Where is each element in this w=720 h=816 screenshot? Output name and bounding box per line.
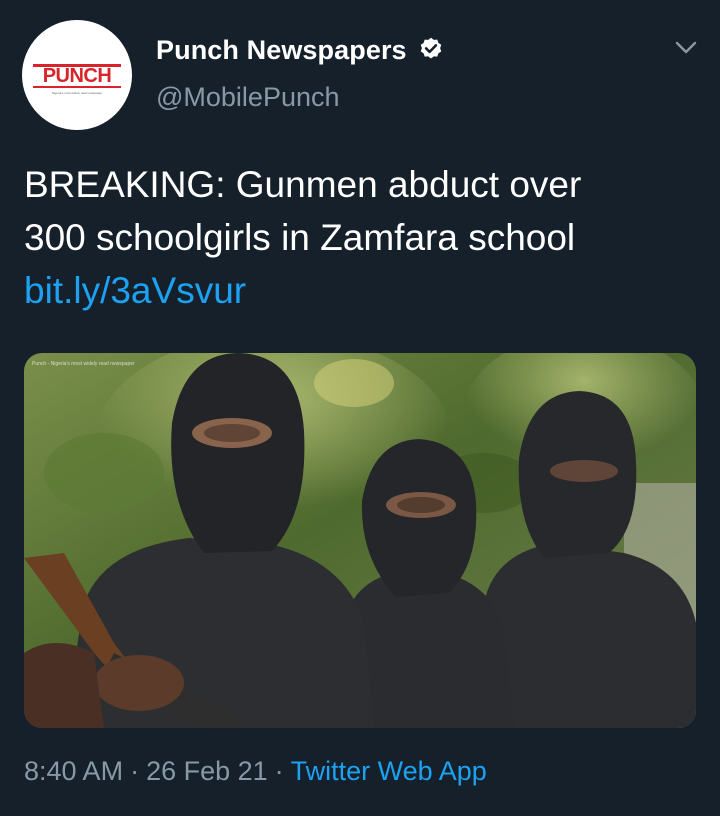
verified-badge-icon — [420, 37, 441, 59]
tweet-date[interactable]: 26 Feb 21 — [146, 756, 268, 786]
tweet-text: BREAKING: Gunmen abduct over 300 schoolg… — [24, 158, 704, 317]
meta-separator: · — [274, 756, 284, 786]
tweet-text-line: BREAKING: Gunmen abduct over — [24, 164, 582, 205]
chevron-down-icon — [675, 41, 697, 54]
tweet-text-line: 300 schoolgirls in Zamfara school — [24, 217, 576, 258]
tweet-menu-button[interactable] — [670, 32, 702, 64]
tweet-author: Punch Newspapers @MobilePunch — [156, 30, 445, 113]
punch-logo-text: PUNCH — [43, 65, 112, 87]
avatar[interactable]: PUNCH Nigeria's most widely read newspap… — [22, 20, 132, 130]
handle[interactable]: @MobilePunch — [156, 82, 445, 113]
punch-logo: PUNCH Nigeria's most widely read newspap… — [33, 64, 121, 95]
tweet-meta: 8:40 AM · 26 Feb 21 · Twitter Web App — [24, 756, 487, 787]
tweet-media-image[interactable]: Punch - Nigeria's most widely read newsp… — [24, 353, 696, 728]
tweet-link[interactable]: bit.ly/3aVsvur — [24, 264, 704, 317]
tweet[interactable]: PUNCH Nigeria's most widely read newspap… — [0, 0, 720, 816]
tweet-time[interactable]: 8:40 AM — [24, 756, 123, 786]
meta-separator: · — [130, 756, 140, 786]
masked-gunmen-photo: Punch - Nigeria's most widely read newsp… — [24, 353, 696, 728]
tweet-source[interactable]: Twitter Web App — [291, 756, 487, 786]
image-watermark: Punch - Nigeria's most widely read newsp… — [32, 361, 135, 367]
name-row: Punch Newspapers — [156, 30, 445, 70]
display-name[interactable]: Punch Newspapers — [156, 35, 407, 66]
punch-logo-tagline: Nigeria's most widely read newspaper — [52, 91, 102, 95]
